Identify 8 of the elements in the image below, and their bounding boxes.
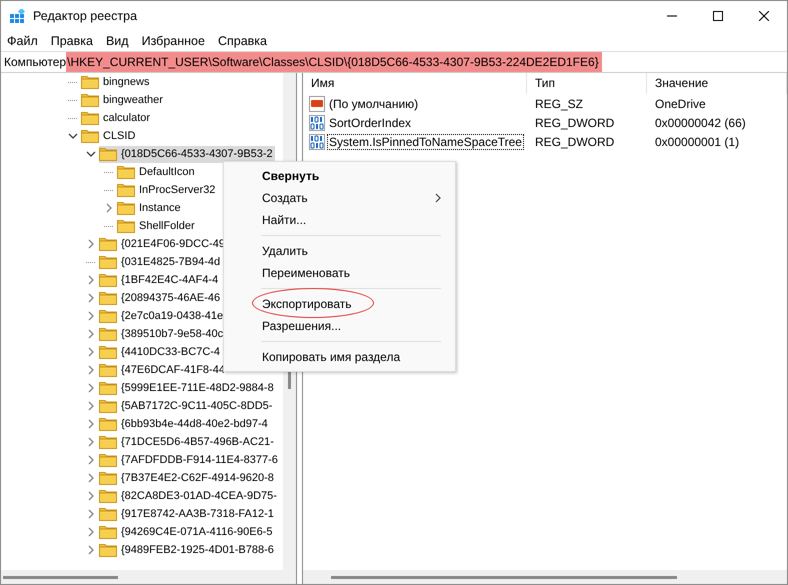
value-type: REG_DWORD (534, 116, 616, 130)
address-root: Компьютер (3, 54, 66, 71)
value-data: 0x00000042 (66) (654, 116, 747, 130)
window-title: Редактор реестра (33, 9, 138, 23)
value-type: REG_SZ (534, 96, 584, 110)
value-data: 0x00000001 (1) (654, 134, 740, 148)
value-type: REG_DWORD (534, 134, 616, 148)
value-data: OneDrive (654, 96, 707, 110)
